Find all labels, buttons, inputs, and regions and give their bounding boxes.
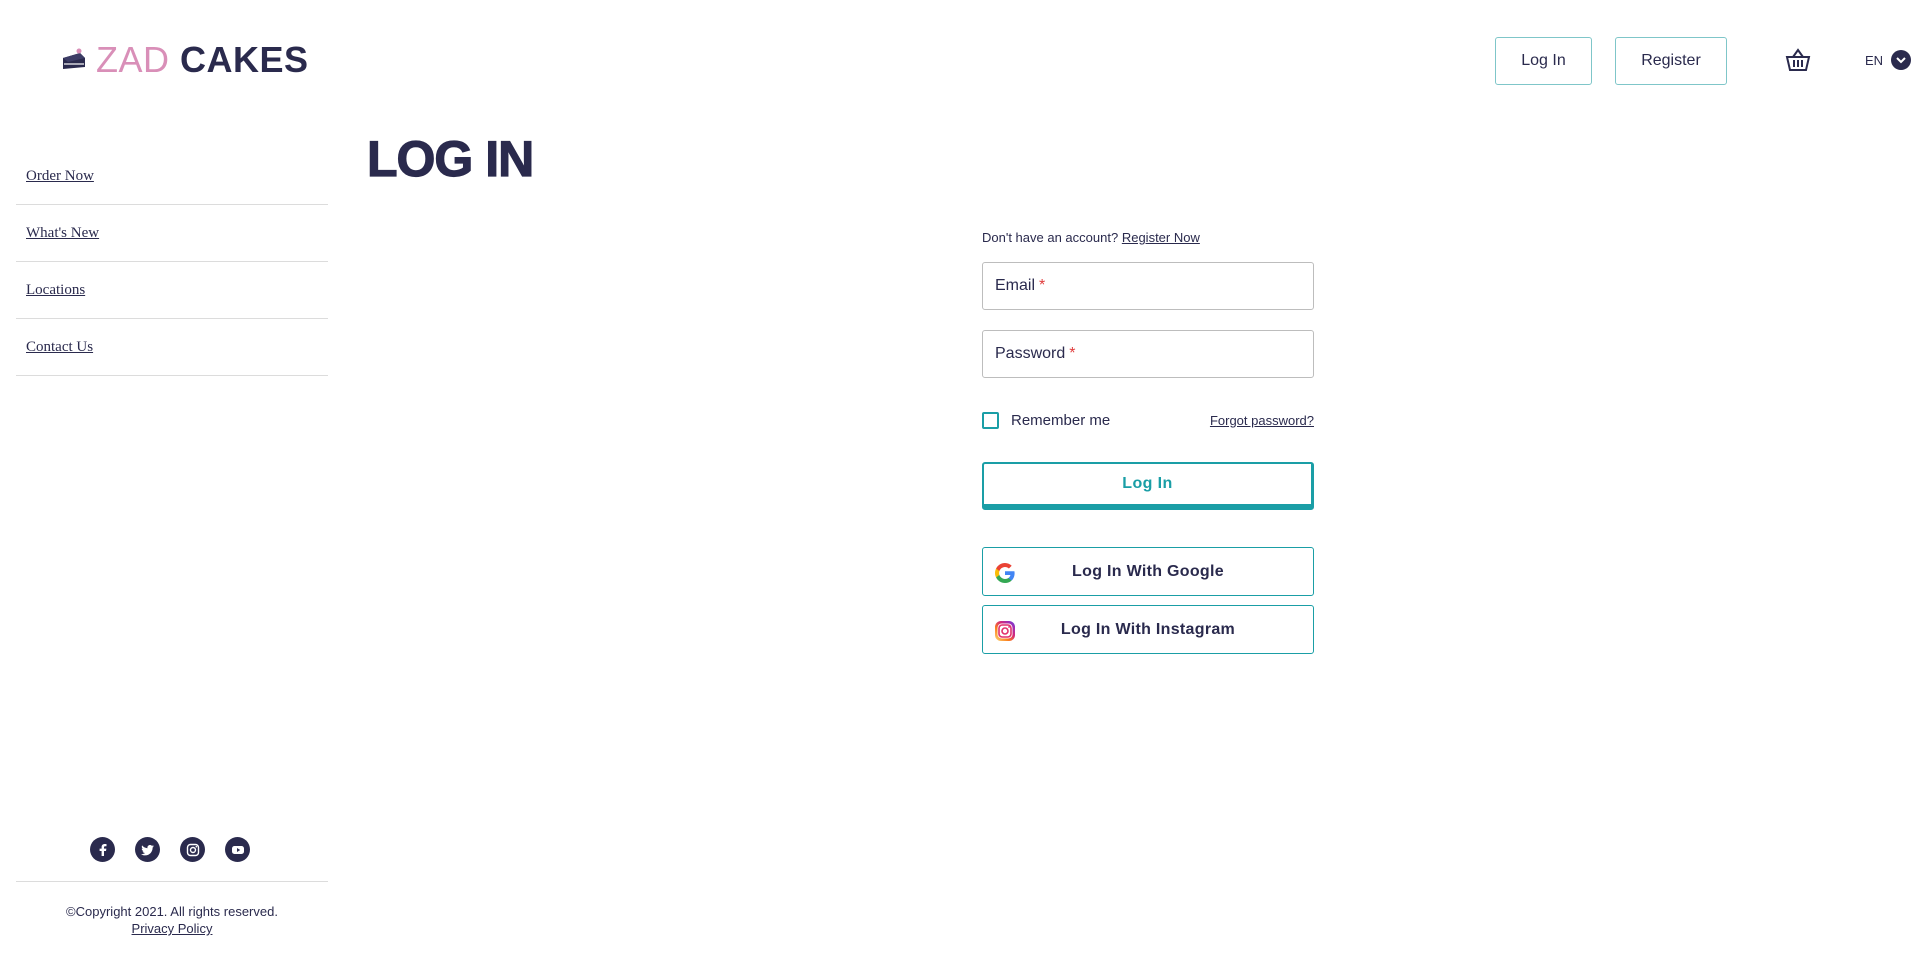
login-form: Don't have an account? Register Now Emai… [982,230,1314,654]
copyright-block: ©Copyright 2021. All rights reserved. Pr… [16,903,328,937]
password-label: Password [995,345,1066,362]
youtube-icon[interactable] [225,837,250,862]
privacy-policy-link[interactable]: Privacy Policy [132,921,213,936]
logo-cakes: CAKES [180,39,309,80]
facebook-icon[interactable] [90,837,115,862]
sidebar-link-order-now[interactable]: Order Now [26,168,94,185]
no-account-text: Don't have an account? [982,230,1119,245]
twitter-icon[interactable] [135,837,160,862]
remember-label: Remember me [1011,411,1111,429]
social-links [90,837,250,862]
copyright-text: ©Copyright 2021. All rights reserved. [66,904,278,919]
instagram-button-label: Log In With Instagram [1060,620,1236,638]
login-with-google-button[interactable]: Log In With Google [982,547,1314,596]
cake-icon [60,46,88,74]
email-required-mark: * [1039,277,1046,294]
email-label: Email [995,277,1036,294]
register-now-link[interactable]: Register Now [1122,230,1200,245]
sidebar-nav: Order Now What's New Locations Contact U… [16,148,328,376]
header-register-button[interactable]: Register [1615,37,1727,85]
logo[interactable]: ZAD CAKES [60,40,309,80]
remember-row: Remember me Forgot password? [982,410,1314,430]
language-label: EN [1865,52,1884,68]
google-icon [993,561,1017,585]
logo-zad: ZAD [96,39,170,80]
remember-me[interactable]: Remember me [982,411,1111,429]
password-field[interactable]: Password * [982,330,1314,378]
page-title: LOG IN [366,130,534,187]
remember-checkbox[interactable] [982,411,999,429]
sidebar-item-order-now: Order Now [16,148,328,205]
sidebar-link-contact-us[interactable]: Contact Us [26,339,93,356]
language-selector[interactable]: EN [1865,50,1912,70]
no-account-line: Don't have an account? Register Now [982,230,1314,250]
sidebar-link-whats-new[interactable]: What's New [26,225,99,242]
header-login-button[interactable]: Log In [1495,37,1592,85]
password-required-mark: * [1069,345,1076,362]
sidebar-item-contact-us: Contact Us [16,319,328,376]
login-with-instagram-button[interactable]: Log In With Instagram [982,605,1314,654]
email-field[interactable]: Email * [982,262,1314,310]
instagram-icon [993,619,1017,643]
sidebar-item-locations: Locations [16,262,328,319]
google-button-label: Log In With Google [1072,562,1224,580]
logo-text: ZAD CAKES [96,40,309,80]
basket-icon[interactable] [1785,47,1811,73]
instagram-icon[interactable] [180,837,205,862]
sidebar-divider [16,881,328,882]
sidebar-link-locations[interactable]: Locations [26,282,85,299]
login-button[interactable]: Log In [982,462,1314,510]
chevron-down-icon [1891,50,1912,70]
forgot-password-link[interactable]: Forgot password? [1210,413,1314,428]
sidebar-item-whats-new: What's New [16,205,328,262]
